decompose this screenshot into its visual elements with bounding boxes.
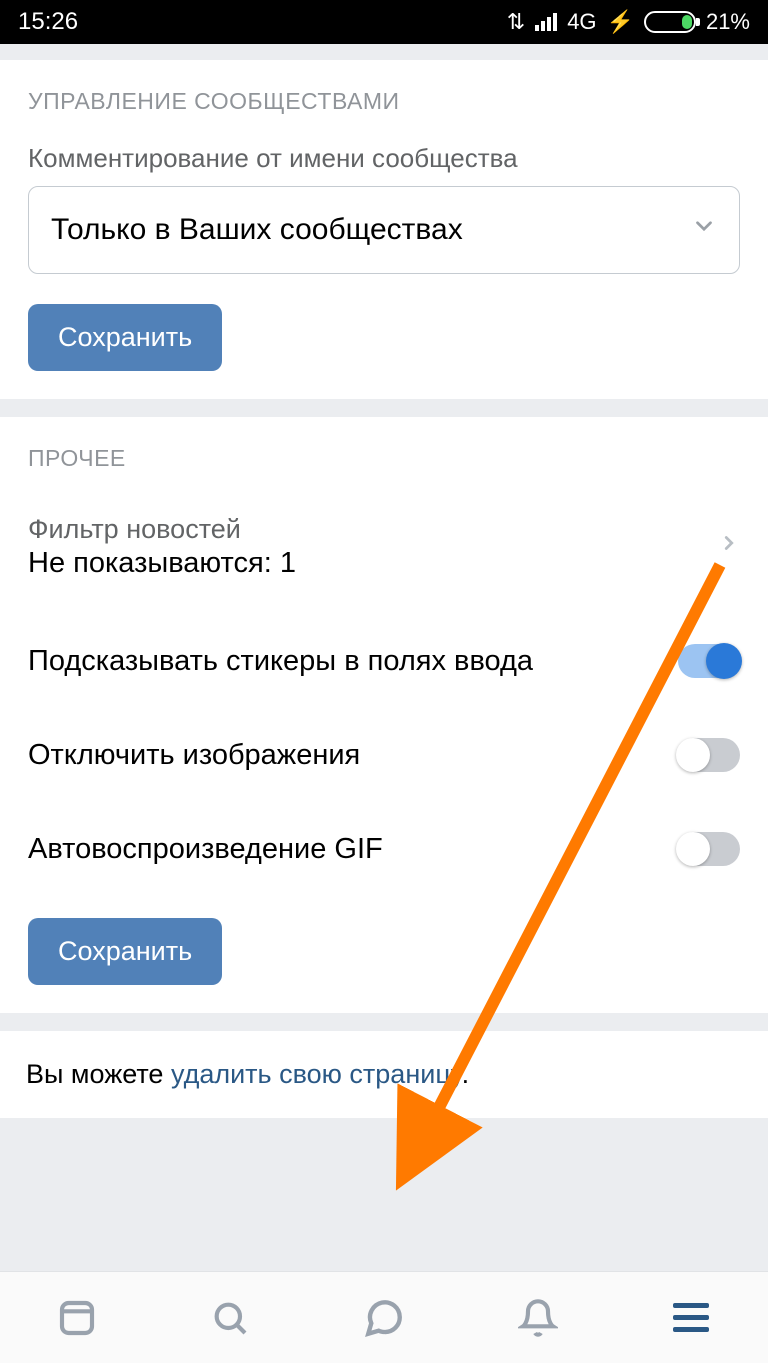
gif-autoplay-label: Автовоспроизведение GIF (28, 833, 383, 866)
section-header: ПРОЧЕЕ (28, 445, 740, 472)
select-value: Только в Ваших сообществах (51, 213, 463, 247)
filter-label: Фильтр новостей (28, 514, 296, 545)
status-bar: 15:26 ⇅ 4G ⚡ 21% (0, 0, 768, 44)
footer-prefix: Вы можете (26, 1059, 171, 1089)
field-label-commenting: Комментирование от имени сообщества (28, 143, 740, 174)
disable-images-label: Отключить изображения (28, 739, 360, 772)
nav-search-icon[interactable] (207, 1295, 253, 1341)
chevron-down-icon (691, 213, 717, 247)
footer-suffix: . (462, 1059, 470, 1089)
filter-value: Не показываются: 1 (28, 547, 296, 580)
stickers-label: Подсказывать стикеры в полях ввода (28, 645, 533, 678)
section-communities: УПРАВЛЕНИЕ СООБЩЕСТВАМИ Комментирование … (0, 60, 768, 399)
nav-notifications-icon[interactable] (515, 1295, 561, 1341)
battery-icon (644, 11, 696, 33)
news-filter-row[interactable]: Фильтр новостей Не показываются: 1 (28, 500, 740, 606)
section-other: ПРОЧЕЕ Фильтр новостей Не показываются: … (0, 417, 768, 1013)
save-button[interactable]: Сохранить (28, 918, 222, 985)
nav-menu-icon[interactable] (668, 1295, 714, 1341)
network-label: 4G (567, 9, 596, 35)
stickers-toggle[interactable] (678, 644, 740, 678)
stickers-row: Подсказывать стикеры в полях ввода (28, 606, 740, 700)
disable-images-row: Отключить изображения (28, 700, 740, 794)
delete-page-footer: Вы можете удалить свою страницу. (0, 1031, 768, 1118)
data-transfer-icon: ⇅ (507, 9, 525, 35)
nav-messages-icon[interactable] (361, 1295, 407, 1341)
gif-autoplay-row: Автовоспроизведение GIF (28, 794, 740, 888)
save-button[interactable]: Сохранить (28, 304, 222, 371)
delete-page-link[interactable]: удалить свою страницу (171, 1059, 462, 1089)
bottom-nav (0, 1271, 768, 1363)
gif-autoplay-toggle[interactable] (678, 832, 740, 866)
section-header: УПРАВЛЕНИЕ СООБЩЕСТВАМИ (28, 88, 740, 115)
battery-percent: 21% (706, 9, 750, 35)
chevron-right-icon (718, 526, 740, 569)
nav-news-icon[interactable] (54, 1295, 100, 1341)
status-time: 15:26 (18, 8, 78, 36)
commenting-select[interactable]: Только в Ваших сообществах (28, 186, 740, 274)
signal-icon (535, 13, 557, 31)
status-right: ⇅ 4G ⚡ 21% (507, 9, 750, 35)
disable-images-toggle[interactable] (678, 738, 740, 772)
charging-icon: ⚡ (607, 9, 634, 35)
